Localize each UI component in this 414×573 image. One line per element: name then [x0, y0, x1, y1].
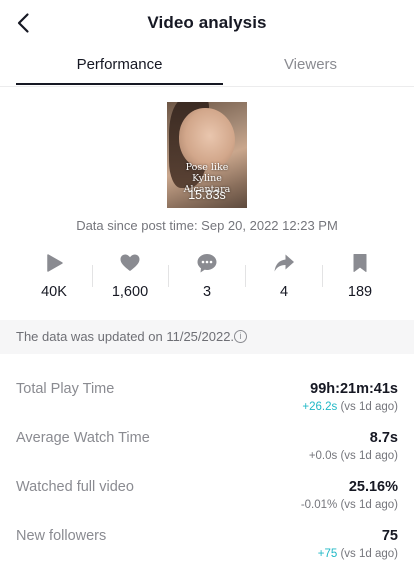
- info-icon[interactable]: i: [234, 330, 247, 343]
- video-duration: 15.83s: [188, 188, 226, 202]
- metric-label: Watched full video: [16, 479, 134, 495]
- share-icon: [274, 254, 294, 272]
- stat-saves[interactable]: 189: [320, 246, 400, 306]
- metric-value: 75: [381, 528, 398, 544]
- metric-delta: +26.2s (vs 1d ago): [302, 401, 398, 413]
- engagement-stats: 40K 1,600 3 4 189: [0, 246, 414, 310]
- tab-performance[interactable]: Performance: [16, 46, 223, 84]
- metric-label: New followers: [16, 528, 107, 544]
- delta-amount: +0.0s: [308, 450, 338, 462]
- tab-divider: [0, 86, 414, 87]
- notice-text: The data was updated on 11/25/2022.: [16, 329, 235, 344]
- stat-comments-value: 3: [202, 284, 212, 300]
- metric-row-new-followers: New followers 75 +75 (vs 1d ago): [0, 528, 414, 572]
- metric-row-average-watch-time: Average Watch Time 8.7s +0.0s (vs 1d ago…: [0, 430, 414, 474]
- delta-comparison: (vs 1d ago): [337, 450, 398, 462]
- metric-row-watched-full-video: Watched full video 25.16% -0.01% (vs 1d …: [0, 479, 414, 523]
- delta-amount: -0.01%: [300, 499, 338, 511]
- delta-amount: +75: [317, 548, 338, 560]
- video-thumbnail[interactable]: Pose like Kyline Alcantara 15.83s: [167, 102, 247, 208]
- play-icon: [47, 254, 63, 272]
- metric-value: 99h:21m:41s: [310, 381, 398, 397]
- stat-saves-value: 189: [347, 284, 373, 300]
- delta-comparison: (vs 1d ago): [337, 499, 398, 511]
- active-tab-indicator: [16, 83, 223, 85]
- stat-likes-value: 1,600: [111, 284, 149, 300]
- data-update-notice: The data was updated on 11/25/2022. i: [0, 320, 414, 354]
- delta-amount: +26.2s: [302, 401, 338, 413]
- metric-row-total-play-time: Total Play Time 99h:21m:41s +26.2s (vs 1…: [0, 381, 414, 425]
- stat-views[interactable]: 40K: [14, 246, 94, 306]
- metric-label: Total Play Time: [16, 381, 115, 397]
- delta-comparison: (vs 1d ago): [337, 548, 398, 560]
- metric-value: 25.16%: [348, 479, 398, 495]
- metric-delta: +0.0s (vs 1d ago): [309, 450, 398, 462]
- metric-label: Average Watch Time: [16, 430, 150, 446]
- stat-views-value: 40K: [41, 284, 67, 300]
- metric-value: 8.7s: [369, 430, 398, 446]
- stat-shares-value: 4: [279, 284, 289, 300]
- delta-comparison: (vs 1d ago): [337, 401, 398, 413]
- header: Video analysis: [0, 0, 414, 46]
- comment-icon: [197, 254, 217, 273]
- bookmark-icon: [353, 254, 367, 272]
- heart-icon: [120, 254, 140, 271]
- post-time-text: Data since post time: Sep 20, 2022 12:23…: [76, 218, 338, 233]
- metric-delta: +75 (vs 1d ago): [318, 548, 398, 560]
- stat-comments[interactable]: 3: [167, 246, 247, 306]
- stat-shares[interactable]: 4: [244, 246, 324, 306]
- page-title: Video analysis: [147, 13, 267, 32]
- stat-likes[interactable]: 1,600: [90, 246, 170, 306]
- tab-bar: Performance Viewers: [0, 46, 414, 87]
- thumbnail-image-face: [179, 108, 235, 170]
- tab-viewers[interactable]: Viewers: [207, 46, 414, 84]
- metric-delta: -0.01% (vs 1d ago): [301, 499, 398, 511]
